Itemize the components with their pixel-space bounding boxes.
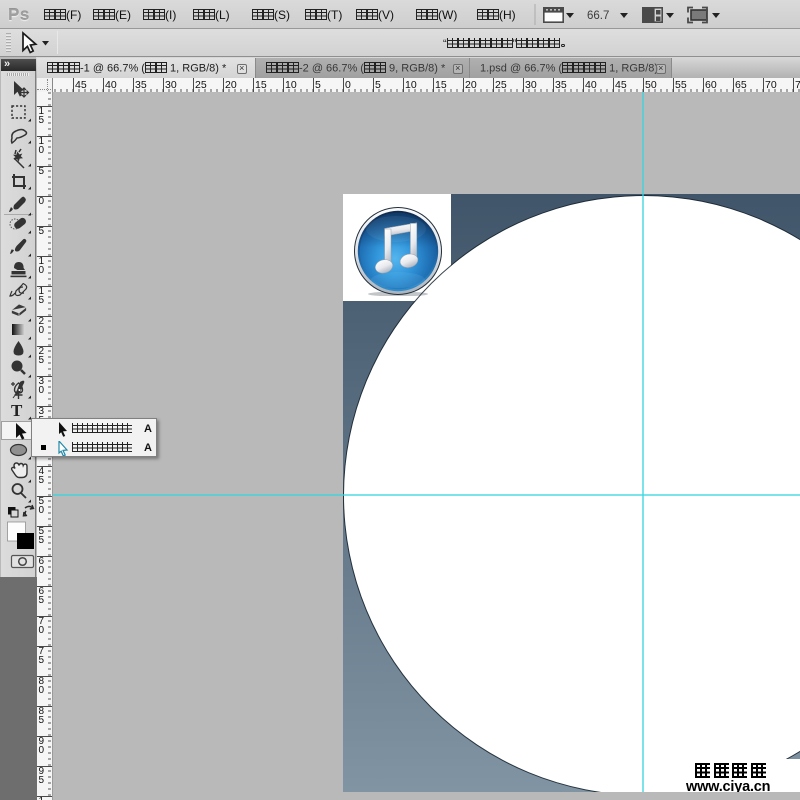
svg-text:T: T [11, 401, 23, 420]
svg-text:66.7: 66.7 [587, 10, 609, 22]
